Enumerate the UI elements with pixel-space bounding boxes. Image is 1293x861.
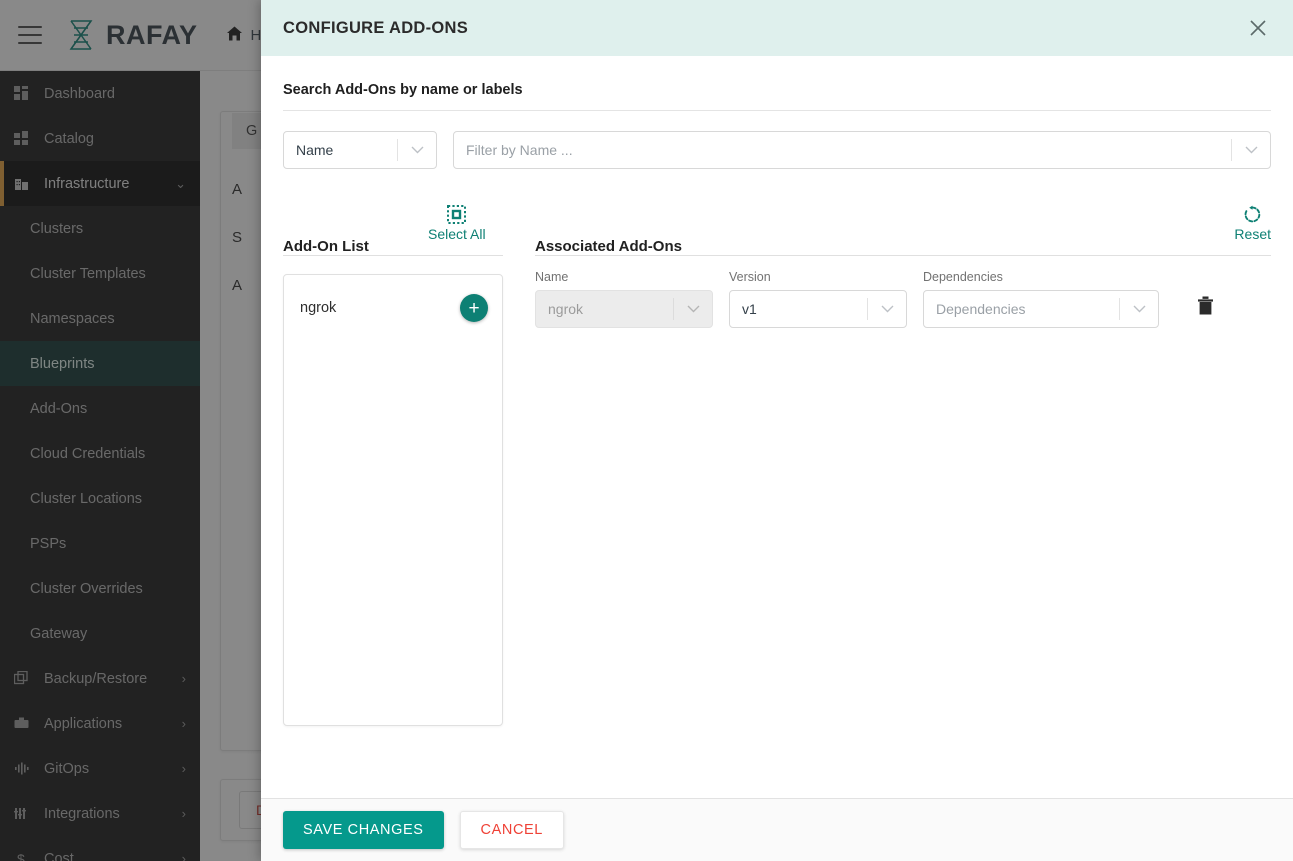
associated-version-select[interactable]: v1 (729, 290, 907, 328)
cancel-button[interactable]: CANCEL (460, 811, 564, 849)
chevron-down-icon (398, 146, 436, 154)
modal-header: CONFIGURE ADD-ONS (261, 0, 1293, 56)
associated-dependencies-placeholder: Dependencies (924, 301, 1026, 317)
search-section-divider (283, 110, 1271, 111)
search-section-title: Search Add-Ons by name or labels (283, 56, 1271, 110)
select-all-label: Select All (428, 226, 486, 242)
addon-list-divider (283, 255, 503, 256)
chevron-down-icon (1232, 146, 1270, 154)
addon-list-heading: Add-On List (283, 238, 369, 255)
select-divider (397, 139, 398, 161)
associated-header-line: Associated Add-Ons Reset (535, 205, 1271, 255)
associated-dependencies-select[interactable]: Dependencies (923, 290, 1159, 328)
chevron-down-icon (674, 305, 712, 313)
modal-footer: SAVE CHANGES CANCEL (261, 798, 1293, 861)
select-all-icon (428, 205, 486, 224)
select-divider (673, 298, 674, 320)
reset-icon (1234, 205, 1271, 224)
search-type-select[interactable]: Name (283, 131, 437, 169)
select-divider (1231, 139, 1232, 161)
associated-name-value: ngrok (536, 301, 583, 317)
associated-version-value: v1 (730, 301, 757, 317)
addon-list-header-col: Add-On List Select All (283, 205, 503, 256)
search-filter-placeholder: Filter by Name ... (454, 142, 573, 158)
associated-header-col: Associated Add-Ons Reset (535, 205, 1271, 256)
reset-button[interactable]: Reset (1234, 205, 1271, 242)
select-all-button[interactable]: Select All (428, 205, 486, 242)
addon-item-name: ngrok (300, 300, 336, 316)
column-header-dependencies: Dependencies (923, 270, 1159, 284)
associated-name-select: ngrok (535, 290, 713, 328)
associated-version-field: Version v1 (729, 270, 907, 328)
select-divider (1119, 298, 1120, 320)
search-filter-select[interactable]: Filter by Name ... (453, 131, 1271, 169)
associated-addons-panel: Name ngrok Version (535, 256, 1271, 726)
list-item[interactable]: ngrok + (284, 281, 502, 335)
column-header-version: Version (729, 270, 907, 284)
associated-addons-heading: Associated Add-Ons (535, 238, 682, 255)
panes-container: ngrok + Name ngrok (283, 256, 1271, 726)
addon-list-panel: ngrok + (283, 274, 503, 726)
chevron-down-icon (868, 305, 906, 313)
reset-label: Reset (1234, 226, 1271, 242)
column-header-name: Name (535, 270, 713, 284)
configure-addons-modal: CONFIGURE ADD-ONS Search Add-Ons by name… (261, 0, 1293, 861)
associated-dependencies-field: Dependencies Dependencies (923, 270, 1159, 328)
trash-icon[interactable] (1197, 296, 1214, 321)
modal-title: CONFIGURE ADD-ONS (283, 19, 468, 38)
close-icon[interactable] (1245, 15, 1271, 41)
chevron-down-icon (1120, 305, 1158, 313)
table-row: Name ngrok Version (535, 270, 1271, 328)
plus-icon[interactable]: + (460, 294, 488, 322)
search-type-select-value: Name (284, 142, 333, 158)
column-gap (503, 205, 535, 256)
app-root: RAFAY H Dashboard Catalog (0, 0, 1293, 861)
search-filter-row: Name Filter by Name ... (283, 131, 1271, 169)
save-changes-button[interactable]: SAVE CHANGES (283, 811, 444, 849)
select-divider (867, 298, 868, 320)
panel-headers: Add-On List Select All (283, 205, 1271, 256)
modal-body: Search Add-Ons by name or labels Name Fi… (261, 56, 1293, 798)
associated-name-field: Name ngrok (535, 270, 713, 328)
addon-list-header-line: Add-On List Select All (283, 205, 503, 255)
